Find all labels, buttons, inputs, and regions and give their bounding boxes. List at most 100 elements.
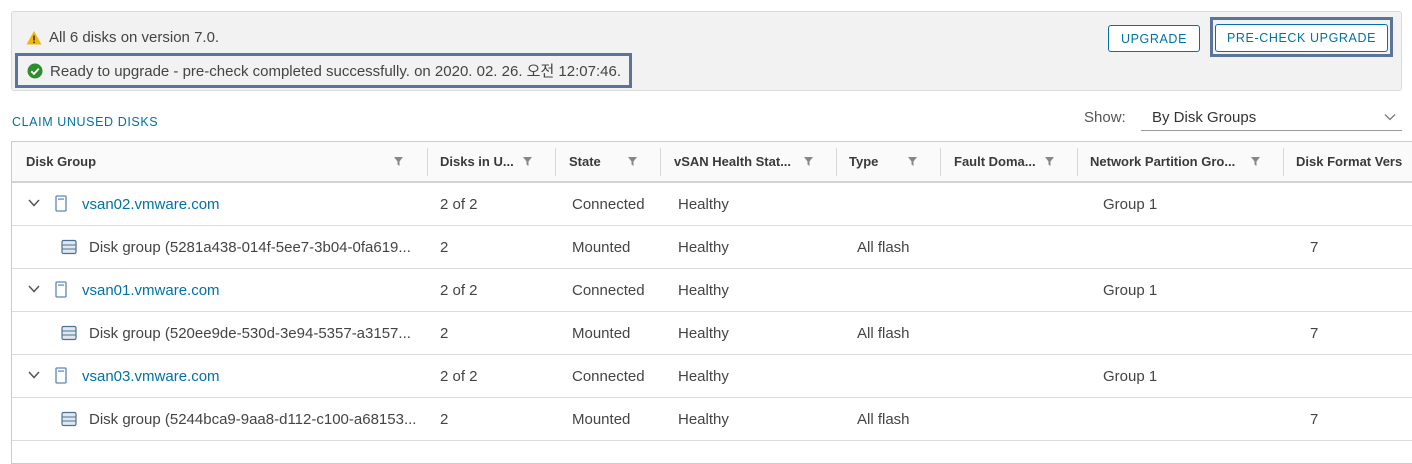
disk-group-name: Disk group (5244bca9-9aa8-d112-c100-a681… [89,410,417,428]
column-header-network-partition[interactable]: Network Partition Gro... [1090,142,1240,181]
disk-group-name: Disk group (5281a438-014f-5ee7-3b04-0fa6… [89,238,411,256]
table-row[interactable]: Disk group (520ee9de-530d-3e94-5357-a315… [12,312,1412,355]
health-cell: Healthy [678,410,729,428]
table-row[interactable]: vsan01.vmware.com 2 of 2 Connected Healt… [12,269,1412,312]
fault-domain-cell [954,183,1074,225]
filter-icon[interactable] [1251,157,1260,166]
claim-unused-disks-link[interactable]: CLAIM UNUSED DISKS [12,115,158,129]
type-cell [857,355,942,397]
table-row[interactable]: Disk group (5281a438-014f-5ee7-3b04-0fa6… [12,226,1412,269]
network-partition-cell: Group 1 [1103,367,1158,385]
disk-group-name: Disk group (520ee9de-530d-3e94-5357-a315… [89,324,411,342]
network-partition-cell [1103,398,1273,440]
disk-group-icon [61,411,77,427]
host-icon [55,367,67,384]
column-header-disks-in-use[interactable]: Disks in U... [440,142,525,181]
version-warning-text: All 6 disks on version 7.0. [49,29,220,46]
disk-group-grid: Disk Group Disks in U... State vSAN Heal… [11,141,1412,464]
filter-icon[interactable] [908,157,917,166]
chevron-down-icon [1384,114,1396,121]
column-separator[interactable] [940,148,941,176]
chevron-down-icon[interactable] [27,283,41,295]
health-cell: Healthy [678,238,729,256]
disk-format-cell [1310,355,1410,397]
host-name-link[interactable]: vsan02.vmware.com [82,183,422,225]
show-view-value: By Disk Groups [1152,109,1257,126]
state-cell: Mounted [572,324,631,342]
health-cell: Healthy [678,195,729,213]
network-partition-cell: Group 1 [1103,281,1158,299]
type-cell: All flash [857,410,910,428]
check-circle-icon [27,63,43,78]
fault-domain-cell [954,226,1074,268]
state-cell: Connected [572,367,645,385]
health-cell: Healthy [678,281,729,299]
host-icon [55,195,67,212]
column-separator[interactable] [1077,148,1078,176]
column-separator[interactable] [836,148,837,176]
fault-domain-cell [954,269,1074,311]
fault-domain-cell [954,355,1074,397]
precheck-success-message: Ready to upgrade - pre-check completed s… [15,53,632,88]
disks-in-use-cell: 2 of 2 [440,367,478,385]
network-partition-cell: Group 1 [1103,195,1158,213]
show-label: Show: [1084,109,1126,126]
precheck-success-text: Ready to upgrade - pre-check completed s… [50,63,621,80]
state-cell: Mounted [572,410,631,428]
host-name-link[interactable]: vsan01.vmware.com [82,269,422,311]
column-separator[interactable] [555,148,556,176]
disks-in-use-cell: 2 of 2 [440,195,478,213]
column-header-disk-format-version[interactable]: Disk Format Vers [1296,142,1412,181]
state-cell: Connected [572,281,645,299]
column-header-vsan-health[interactable]: vSAN Health Stat... [674,142,799,181]
type-cell: All flash [857,238,910,256]
column-header-state[interactable]: State [569,142,629,181]
fault-domain-cell [954,312,1074,354]
chevron-down-icon[interactable] [27,197,41,209]
disks-in-use-cell: 2 [440,238,449,256]
health-cell: Healthy [678,367,729,385]
disk-group-icon [61,325,77,341]
column-separator[interactable] [660,148,661,176]
column-header-disk-group[interactable]: Disk Group [26,142,386,181]
fault-domain-cell [954,398,1074,440]
version-warning: All 6 disks on version 7.0. [26,29,219,46]
grid-header: Disk Group Disks in U... State vSAN Heal… [12,142,1412,183]
disk-format-cell [1310,183,1410,225]
table-row[interactable]: vsan03.vmware.com 2 of 2 Connected Healt… [12,355,1412,398]
state-cell: Mounted [572,238,631,256]
disk-format-cell: 7 [1310,238,1319,256]
upgrade-button[interactable]: UPGRADE [1108,25,1200,52]
disks-in-use-cell: 2 [440,324,449,342]
warning-triangle-icon [26,30,42,44]
disk-format-cell: 7 [1310,410,1319,428]
filter-icon[interactable] [394,157,403,166]
table-row[interactable]: Disk group (5244bca9-9aa8-d112-c100-a681… [12,398,1412,441]
chevron-down-icon[interactable] [27,369,41,381]
disk-format-cell: 7 [1310,324,1319,342]
column-header-type[interactable]: Type [849,142,909,181]
host-icon [55,281,67,298]
filter-icon[interactable] [628,157,637,166]
filter-icon[interactable] [1045,157,1054,166]
column-separator[interactable] [1283,148,1284,176]
column-header-fault-domain[interactable]: Fault Doma... [954,142,1044,181]
type-cell: All flash [857,324,910,342]
table-row[interactable]: vsan02.vmware.com 2 of 2 Connected Healt… [12,183,1412,226]
state-cell: Connected [572,195,645,213]
network-partition-cell [1103,226,1273,268]
type-cell [857,183,942,225]
column-separator[interactable] [427,148,428,176]
filter-icon[interactable] [804,157,813,166]
disk-group-icon [61,239,77,255]
disks-in-use-cell: 2 of 2 [440,281,478,299]
disk-format-cell [1310,269,1410,311]
filter-icon[interactable] [523,157,532,166]
precheck-upgrade-button[interactable]: PRE-CHECK UPGRADE [1215,24,1388,52]
network-partition-cell [1103,312,1273,354]
disks-in-use-cell: 2 [440,410,449,428]
type-cell [857,269,942,311]
host-name-link[interactable]: vsan03.vmware.com [82,355,422,397]
health-cell: Healthy [678,324,729,342]
show-view-select[interactable]: By Disk Groups [1141,105,1402,131]
